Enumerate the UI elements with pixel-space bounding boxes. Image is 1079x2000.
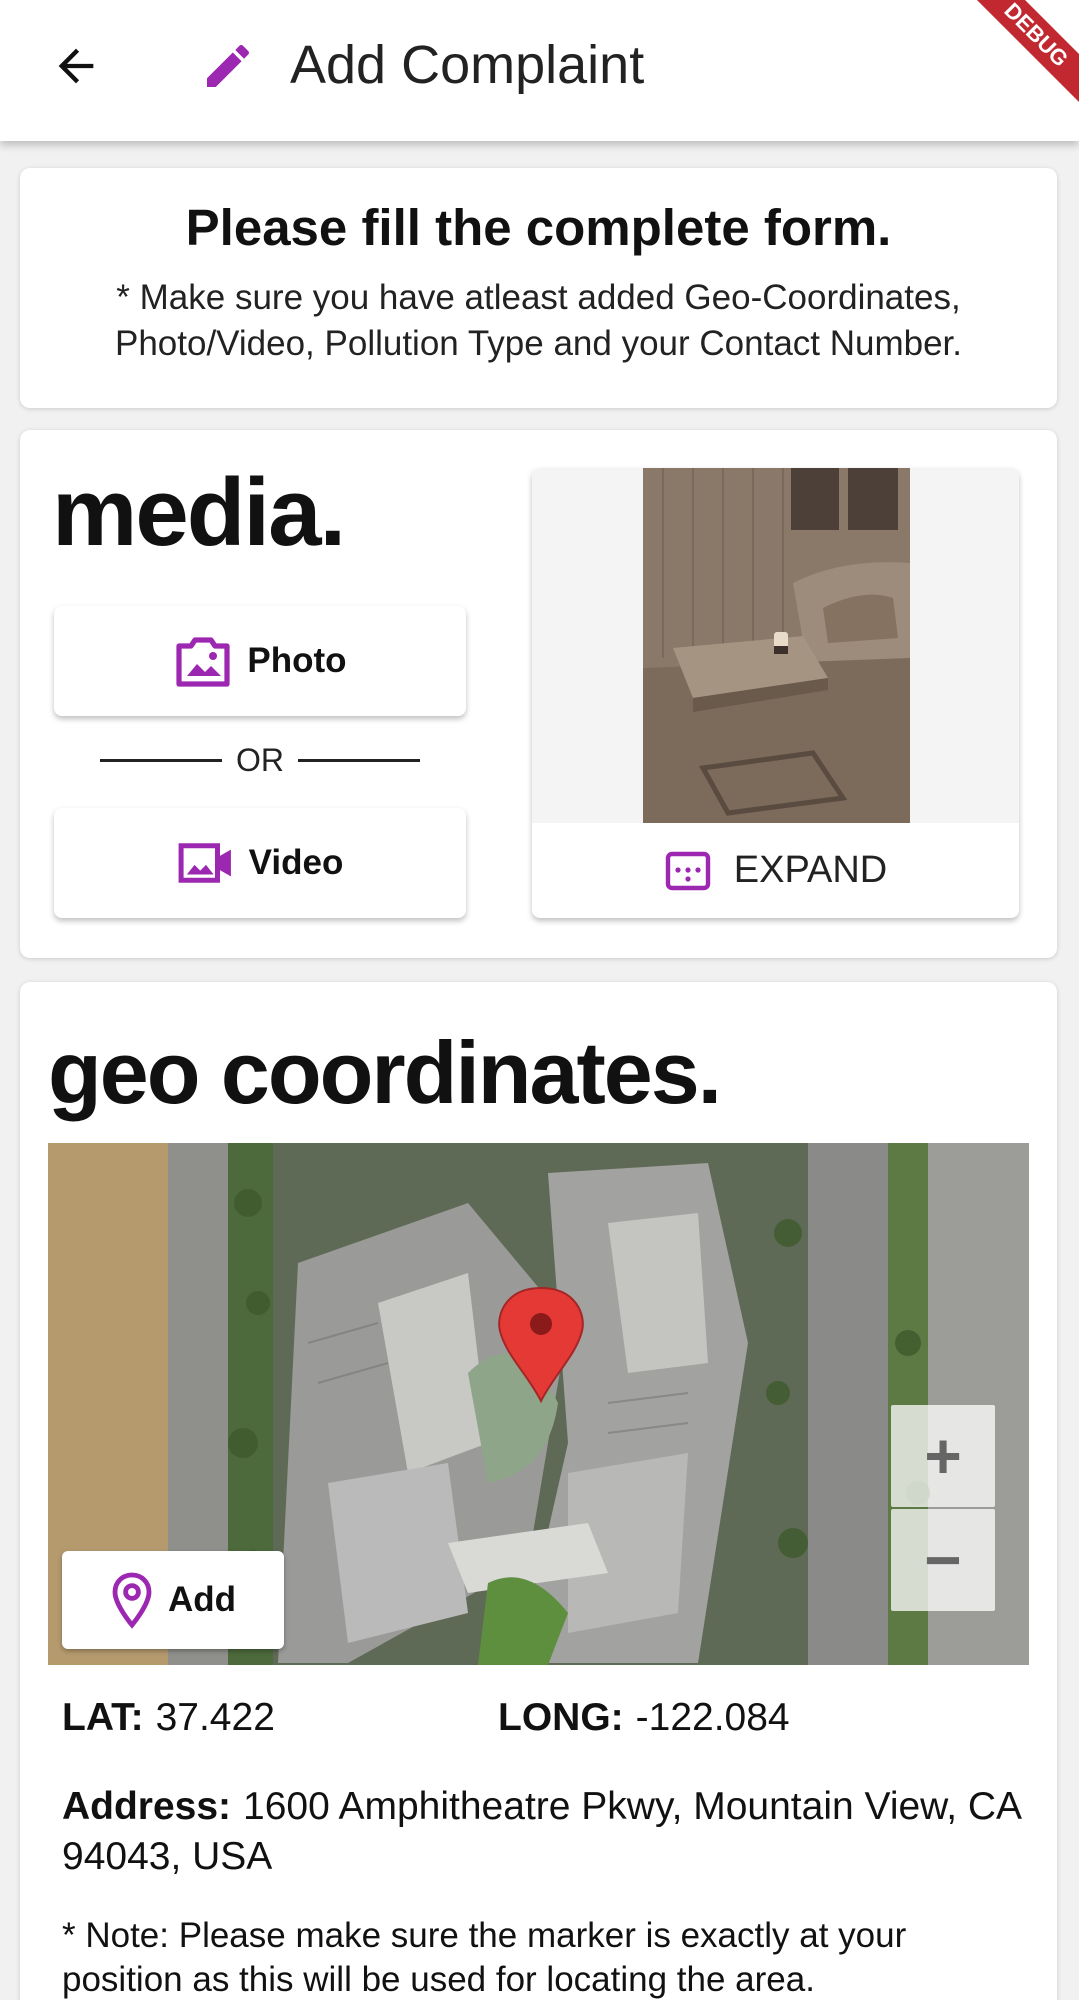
pencil-icon [207, 44, 250, 87]
preview-background [532, 468, 1019, 823]
or-divider: OR [100, 742, 420, 779]
form-note: * Make sure you have atleast added Geo-C… [114, 278, 963, 363]
add-location-label: Add [167, 1580, 237, 1619]
video-button[interactable]: Video [54, 808, 466, 918]
divider-line-right [298, 759, 420, 762]
add-location-button[interactable]: Add [62, 1551, 284, 1649]
location-pin-icon [112, 1572, 152, 1629]
video-camera-icon [178, 843, 231, 883]
page-title: Add Complaint [290, 35, 645, 95]
marker-note: * Note: Please make sure the marker is e… [62, 1916, 907, 1999]
zoom-out-button[interactable]: − [891, 1509, 995, 1611]
longitude-label: LONG: [498, 1696, 624, 1739]
divider-line-left [100, 759, 222, 762]
address-label: Address: [62, 1785, 232, 1828]
latitude-value: 37.422 [155, 1696, 275, 1739]
app-bar: Add Complaint DEBUG [0, 0, 1079, 141]
latitude-readout: LAT: 37.422 [62, 1696, 275, 1740]
expand-icon [665, 851, 710, 890]
media-section-title: media. [52, 459, 346, 566]
media-thumbnail[interactable] [643, 468, 910, 823]
photo-button-label: Photo [247, 641, 347, 680]
debug-banner: DEBUG [956, 0, 1079, 115]
geo-section-title: geo coordinates. [48, 1023, 722, 1122]
expand-button[interactable]: EXPAND [532, 823, 1019, 918]
image-icon [176, 637, 231, 687]
photo-button[interactable]: Photo [54, 606, 466, 716]
geo-card: geo coordinates. Add + − LAT: 37.422 LON… [20, 982, 1057, 2000]
zoom-in-button[interactable]: + [891, 1405, 995, 1507]
form-heading: Please fill the complete form. [185, 199, 892, 256]
latitude-label: LAT: [62, 1696, 144, 1739]
instructions-card: Please fill the complete form. * Make su… [20, 168, 1057, 408]
media-preview[interactable]: EXPAND [532, 468, 1019, 918]
longitude-readout: LONG: -122.084 [498, 1696, 790, 1740]
arrow-left-icon [58, 48, 94, 84]
or-label: OR [236, 742, 284, 778]
expand-label: EXPAND [733, 849, 888, 891]
video-button-label: Video [248, 843, 344, 882]
longitude-value: -122.084 [635, 1696, 790, 1739]
media-card: media. Photo OR Video EXPAND [20, 430, 1057, 958]
address-readout: Address: 1600 Amphitheatre Pkwy, Mountain… [62, 1782, 1022, 1882]
back-button[interactable] [40, 30, 112, 102]
map-view[interactable]: Add + − [48, 1143, 1029, 1665]
